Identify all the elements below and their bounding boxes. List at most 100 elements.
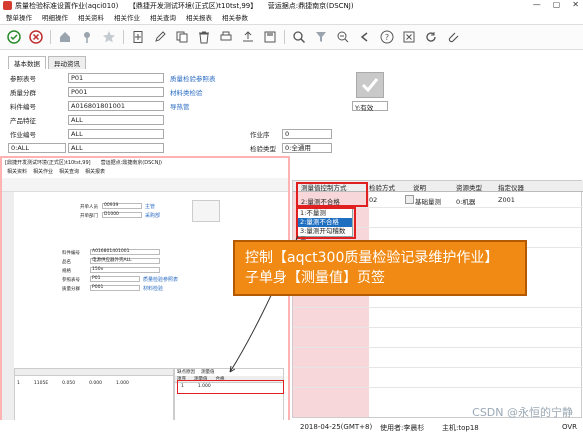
attach-icon[interactable] [445,29,461,45]
close-icon[interactable] [401,29,417,45]
status-ovr: OVR [562,423,578,431]
inset-detail-grid: 1 1105E 0.050 0.000 1.000 [14,368,174,428]
field-label: 质量分群 [10,88,36,97]
form-row: 0:ALL ALL [8,142,164,153]
product-feature-field[interactable]: ALL [68,114,164,125]
quality-group-field[interactable]: P001 [68,86,164,97]
form-row: 料件编号 A016801801001 导热管 [8,100,190,111]
menu-related-report[interactable]: 相关报表 [186,12,212,22]
inset-link[interactable]: 采购部 [145,212,160,219]
svg-text:?: ? [385,33,389,42]
quality-group-link[interactable]: 材料类检验 [170,87,203,97]
app-icon [3,1,12,10]
menu-detail[interactable]: 明细操作 [42,12,68,22]
col-inspection-method[interactable]: 检验方式 [369,182,395,192]
back-icon[interactable] [357,29,373,45]
inset-field[interactable]: P01 [90,276,140,282]
cell-resource-type[interactable]: 0:机器 [456,196,475,206]
print-icon[interactable] [218,29,234,45]
pin-icon[interactable] [79,29,95,45]
zoom-icon[interactable] [335,29,351,45]
inset-field[interactable]: 00939 [102,203,142,209]
cancel-circle-icon[interactable] [28,29,44,45]
menu-related-jobs[interactable]: 相关作业 [114,12,140,22]
filter-icon[interactable] [313,29,329,45]
home-icon[interactable] [57,29,73,45]
inset-menu-item[interactable]: 相关资料 [7,168,27,176]
inset-label: 开单人员 [80,205,98,210]
toolbar-separator [284,30,285,44]
inset-toolbar [2,178,288,192]
inset-field[interactable]: A016801401001 [90,249,160,255]
inset-label: 参照表号 [62,278,80,283]
refresh-icon[interactable] [423,29,439,45]
ref-table-field[interactable]: P01 [68,72,164,83]
form-row: 作业序 0 [248,128,332,139]
close-window-button[interactable]: ✕ [572,0,579,9]
inset-link[interactable]: 主管 [145,203,155,210]
toolbar-separator [123,30,124,44]
export-icon[interactable] [240,29,256,45]
operation-seq-field[interactable]: 0 [282,128,332,139]
valid-status-select[interactable]: Y:有效 [352,101,388,112]
save-icon[interactable] [262,29,278,45]
inset-field[interactable]: P001 [90,285,140,291]
annotation-callout: 控制【aqct300质量检验记录维护作业】 子单身【测量值】页签 [233,240,527,296]
cell-description: 基础量测 [415,198,441,206]
form-row: 产品特征 ALL [8,114,164,125]
scope-value-field[interactable]: ALL [68,142,164,153]
grid-line [293,327,583,328]
star-icon[interactable] [101,29,117,45]
field-label: 作业序 [250,130,270,139]
inset-menu-item[interactable]: 相关作业 [33,168,53,176]
edit-icon[interactable] [152,29,168,45]
inset-menu-item[interactable]: 相关查询 [59,168,79,176]
item-name-link[interactable]: 导热管 [170,101,190,111]
inspection-type-select[interactable]: 0:全通用 [282,142,332,153]
grid-line [293,347,583,348]
window-title: 质量检验标准设置作业(aqci010) 【鼎捷开发测试环境(正式区)t10tst… [15,1,354,10]
minimize-button[interactable]: — [533,0,541,9]
menu-related-params[interactable]: 相关参数 [222,12,248,22]
col-resource-type[interactable]: 资源类型 [456,182,482,192]
callout-line1: 控制【aqct300质量检验记录维护作业】 [245,250,499,266]
help-icon[interactable]: ? [379,29,395,45]
scope-select[interactable]: 0:ALL [8,142,66,153]
status-date: 2018-04-25(GMT+8) [300,423,373,431]
inset-field[interactable]: 电源供应器外壳ALL [90,258,160,264]
cell-inspection-method[interactable]: 02 [369,196,377,204]
inset-grid-cell: 0.050 [62,381,76,386]
ref-table-link[interactable]: 质量检验参照表 [170,73,216,83]
col-instrument[interactable]: 指定仪器 [498,182,524,192]
menu-whole-doc[interactable]: 整单操作 [6,12,32,22]
inset-doc-icon[interactable] [192,200,220,222]
search-icon[interactable] [291,29,307,45]
inset-field[interactable]: 150v [90,267,160,273]
search-icon[interactable] [405,195,414,204]
inset-field[interactable]: D1000 [102,212,142,218]
inset-subtab-defect[interactable]: 缺点原因 [177,369,195,376]
new-doc-icon[interactable] [130,29,146,45]
highlight-box [296,207,356,239]
inset-link[interactable]: 质量检验参照表 [143,276,178,283]
inset-link[interactable]: 材料检验 [143,285,163,292]
inset-menu-item[interactable]: 相关报表 [85,168,105,176]
cell-instrument[interactable]: Z001 [498,196,515,204]
delete-icon[interactable] [196,29,212,45]
status-host: 主机:top18 [442,424,479,432]
copy-icon[interactable] [174,29,190,45]
menu-related-data[interactable]: 相关资料 [78,12,104,22]
confirm-status-button[interactable] [356,72,384,98]
col-description[interactable]: 说明 [413,182,426,192]
item-no-field[interactable]: A016801801001 [68,100,164,111]
inset-subtab-measure[interactable]: 测量值 [201,369,215,376]
checkmark-icon [361,78,379,93]
form-row: 参照表号 P01 质量检验参照表 [8,72,216,83]
operation-no-field[interactable]: ALL [68,128,164,139]
inset-grid-row[interactable]: 1 1105E 0.050 0.000 1.000 [17,381,129,386]
menu-related-query[interactable]: 相关查询 [150,12,176,22]
maximize-button[interactable]: ▢ [553,0,561,9]
check-circle-icon[interactable] [6,29,22,45]
grid-line [293,307,583,308]
inset-grid-cell: 1105E [33,381,49,386]
